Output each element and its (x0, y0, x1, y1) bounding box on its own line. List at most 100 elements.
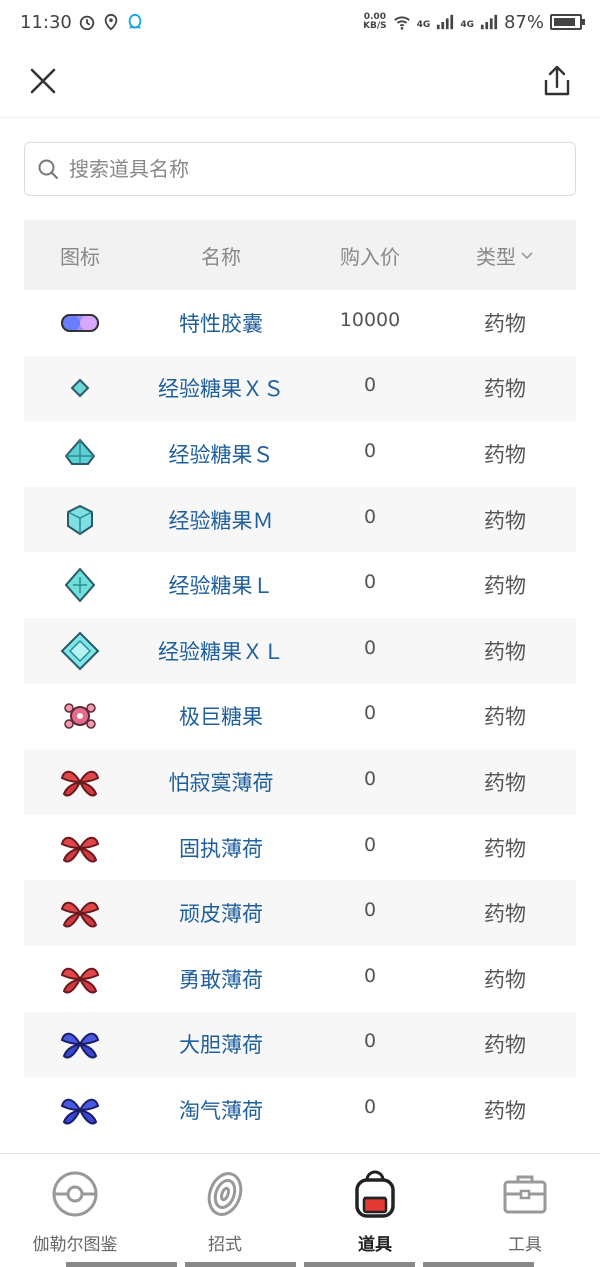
exp-candy-s-icon (24, 432, 136, 476)
net-speed-unit: KB/S (363, 21, 387, 31)
item-price: 0 (363, 833, 377, 856)
item-price: 0 (363, 899, 377, 922)
item-name-link[interactable]: 怕寂寞薄荷 (136, 767, 306, 797)
table-row[interactable]: 淘气薄荷 0 药物 (24, 1077, 576, 1143)
table-row[interactable]: 经验糖果Ｍ 0 药物 (24, 486, 576, 553)
table-row[interactable]: 固执薄荷 0 药物 (24, 815, 576, 881)
blue-mint-icon (24, 1022, 136, 1066)
red-mint-icon (24, 957, 136, 1001)
location-icon (104, 13, 118, 31)
signal-icon (480, 14, 498, 30)
item-name-link[interactable]: 经验糖果Ｓ (136, 439, 306, 469)
signal-icon (437, 14, 454, 30)
dynamax-candy-icon (24, 694, 136, 738)
item-type: 药物 (484, 574, 526, 599)
tab-moves[interactable]: 招式 (150, 1154, 300, 1267)
item-name-link[interactable]: 经验糖果Ｍ (136, 505, 306, 535)
item-price: 0 (363, 571, 377, 594)
table-row[interactable]: 特性胶囊 10000 药物 (24, 290, 576, 356)
item-type: 药物 (484, 377, 526, 402)
status-bar: 11:30 0.00 KB/S 4G 4G 87% (0, 0, 600, 44)
item-price: 0 (363, 439, 377, 462)
battery-fill (554, 18, 575, 26)
tab-tools-label: 工具 (508, 1235, 542, 1255)
tab-moves-label: 招式 (208, 1235, 242, 1255)
column-header-name: 名称 (201, 244, 241, 269)
tab-tools[interactable]: 工具 (450, 1154, 600, 1267)
search-input[interactable] (69, 157, 549, 181)
item-type: 药物 (484, 311, 526, 336)
column-header-price: 购入价 (340, 244, 400, 269)
table-row[interactable]: 经验糖果Ｌ 0 药物 (24, 552, 576, 618)
table-row[interactable]: 极巨糖果 0 药物 (24, 684, 576, 750)
bag-icon (355, 1170, 395, 1218)
red-mint-icon (24, 826, 136, 870)
column-header-type[interactable]: 类型 (434, 241, 576, 270)
table-row[interactable]: 勇敢薄荷 0 药物 (24, 946, 576, 1012)
system-nav-bar (66, 1262, 534, 1267)
item-price: 0 (363, 636, 377, 659)
wifi-icon (393, 16, 410, 30)
share-icon[interactable] (542, 64, 572, 98)
item-name-link[interactable]: 顽皮薄荷 (136, 898, 306, 928)
item-price: 0 (363, 374, 377, 397)
item-name-link[interactable]: 勇敢薄荷 (136, 964, 306, 994)
table-row[interactable]: 大胆薄荷 0 药物 (24, 1011, 576, 1078)
item-name-link[interactable]: 淘气薄荷 (136, 1095, 306, 1125)
item-price: 0 (363, 702, 377, 725)
signal-2-label: 4G (460, 19, 474, 30)
close-icon[interactable] (28, 66, 58, 96)
tab-items-label: 道具 (358, 1235, 392, 1255)
alarm-icon (79, 15, 95, 31)
item-name-link[interactable]: 固执薄荷 (136, 833, 306, 863)
ability-capsule-icon (24, 301, 136, 345)
table-row[interactable]: 经验糖果Ｓ 0 药物 (24, 421, 576, 487)
item-type: 药物 (484, 770, 526, 795)
battery-icon (550, 14, 585, 30)
item-name-link[interactable]: 特性胶囊 (136, 308, 306, 338)
item-type: 药物 (484, 705, 526, 730)
net-speed: 0.00 KB/S (363, 13, 387, 31)
signal-1-label: 4G (416, 19, 431, 30)
item-name-link[interactable]: 经验糖果Ｌ (136, 570, 306, 600)
item-price: 0 (363, 1095, 377, 1118)
toolbox-icon (503, 1175, 547, 1214)
status-time: 11:30 (20, 11, 72, 33)
item-price: 0 (363, 767, 377, 790)
item-name-link[interactable]: 大胆薄荷 (136, 1029, 306, 1059)
item-type: 药物 (484, 902, 526, 927)
tab-pokedex-label: 伽勒尔图鉴 (32, 1235, 118, 1255)
tab-items[interactable]: 道具 (300, 1154, 450, 1267)
search-icon (38, 159, 58, 179)
item-name-link[interactable]: 经验糖果ＸＬ (136, 636, 306, 666)
table-row[interactable]: 顽皮薄荷 0 药物 (24, 880, 576, 946)
search-box[interactable] (24, 142, 576, 196)
column-header-type-label: 类型 (476, 244, 516, 269)
blue-mint-icon (24, 1088, 136, 1132)
item-type: 药物 (484, 967, 526, 992)
item-type: 药物 (484, 836, 526, 861)
item-name-link[interactable]: 极巨糖果 (136, 701, 306, 731)
table-row[interactable]: 怕寂寞薄荷 0 药物 (24, 749, 576, 815)
battery-percent: 87% (503, 11, 544, 33)
item-type: 药物 (484, 1098, 526, 1123)
bottom-tab-bar: 伽勒尔图鉴 招式 道具 工具 (0, 1153, 600, 1267)
item-price: 10000 (339, 308, 401, 331)
qq-icon (128, 13, 142, 29)
item-name-link[interactable]: 经验糖果ＸＳ (136, 373, 306, 403)
table-header: 图标 名称 购入价 类型 (24, 220, 576, 290)
exp-candy-xs-icon (24, 366, 136, 410)
item-list: 特性胶囊 10000 药物 经验糖果ＸＳ 0 药物 经验糖果Ｓ 0 药物 经验糖果Ｍ 0 药物 经验糖果… (24, 290, 576, 1143)
pokeball-icon (52, 1171, 98, 1217)
title-bar (0, 44, 600, 118)
chevron-down-icon (521, 252, 533, 260)
item-price: 0 (363, 505, 377, 528)
item-type: 药物 (484, 639, 526, 664)
exp-candy-xl-icon (24, 629, 136, 673)
item-type: 药物 (484, 1033, 526, 1058)
table-row[interactable]: 经验糖果ＸＳ 0 药物 (24, 355, 576, 422)
tab-pokedex[interactable]: 伽勒尔图鉴 (0, 1154, 150, 1267)
exp-candy-m-icon (24, 498, 136, 542)
table-row[interactable]: 经验糖果ＸＬ 0 药物 (24, 617, 576, 684)
moves-icon (207, 1172, 243, 1216)
